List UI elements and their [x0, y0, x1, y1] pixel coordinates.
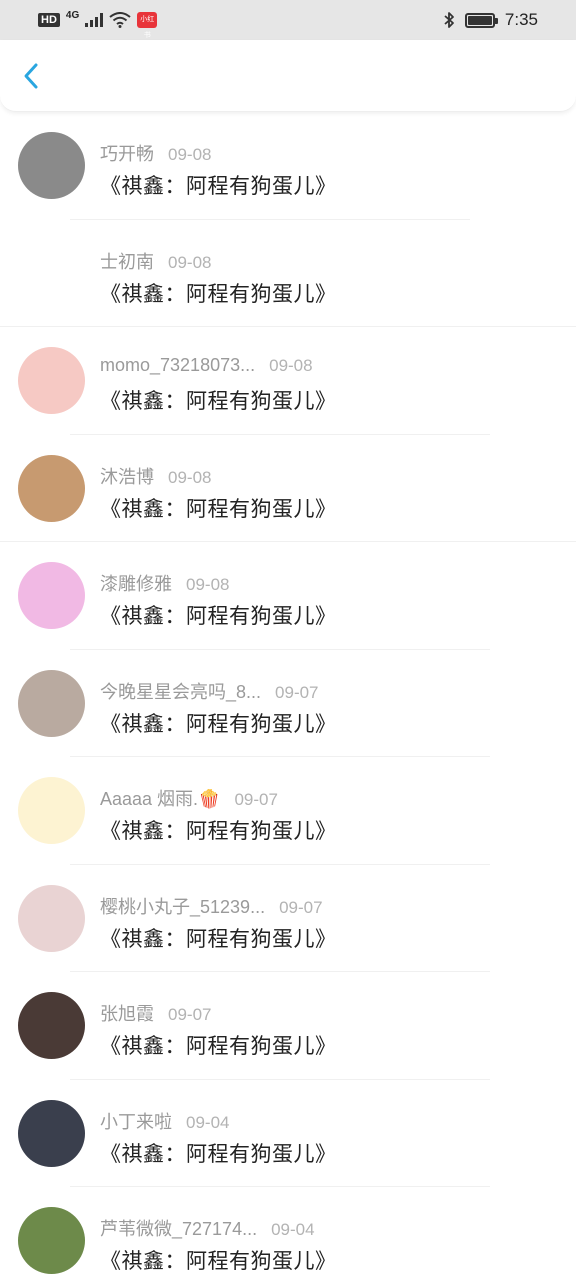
avatar[interactable] — [18, 1207, 85, 1274]
item-date: 09-08 — [186, 575, 230, 594]
item-meta: 小丁来啦 09-04 — [100, 1108, 229, 1134]
chevron-left-icon — [24, 63, 38, 89]
item-meta: 巧开畅 09-08 — [100, 140, 211, 166]
user-name[interactable]: momo_73218073... — [100, 355, 255, 376]
user-name[interactable]: 小丁来啦 — [100, 1108, 172, 1134]
item-date: 09-04 — [186, 1112, 230, 1132]
note-title[interactable]: 《祺鑫：阿程有狗蛋儿》 — [100, 493, 337, 523]
network-type: 4G — [65, 9, 80, 21]
item-meta: 芦苇微微_727174... 09-04 — [100, 1215, 315, 1241]
item-date: 09-08 — [168, 252, 212, 272]
note-title[interactable]: 《祺鑫：阿程有狗蛋儿》 — [100, 1245, 337, 1275]
notification-list: 巧开畅 09-08 《祺鑫：阿程有狗蛋儿》 士初南 09-08 《祺鑫：阿程有狗蛋儿》 mo… — [0, 112, 576, 1280]
list-item[interactable]: 张旭霞 09-07 《祺鑫：阿程有狗蛋儿》 — [0, 972, 576, 1080]
note-title[interactable]: 《祺鑫：阿程有狗蛋儿》 — [100, 815, 337, 845]
note-title[interactable]: 《祺鑫：阿程有狗蛋儿》 — [100, 1030, 337, 1060]
item-date: 09-08 — [168, 467, 212, 487]
avatar[interactable] — [18, 1099, 85, 1167]
item-date: 09-07 — [234, 790, 278, 809]
note-title[interactable]: 《祺鑫：阿程有狗蛋儿》 — [100, 600, 337, 630]
list-item[interactable]: 巧开畅 09-08 《祺鑫：阿程有狗蛋儿》 — [0, 112, 576, 220]
avatar[interactable] — [18, 454, 85, 522]
item-meta: Aaaaa 烟雨.🍿 09-07 — [100, 785, 278, 811]
note-title[interactable]: 《祺鑫：阿程有狗蛋儿》 — [100, 708, 337, 738]
bluetooth-icon — [444, 12, 454, 28]
hd-icon: HD — [38, 13, 60, 27]
list-item[interactable]: 樱桃小丸子_51239... 09-07 《祺鑫：阿程有狗蛋儿》 — [0, 865, 576, 972]
user-name[interactable]: 士初南 — [100, 248, 154, 274]
item-meta: 沐浩博 09-08 — [100, 463, 211, 489]
item-date: 09-04 — [271, 1220, 315, 1239]
avatar[interactable] — [18, 884, 85, 952]
note-title[interactable]: 《祺鑫：阿程有狗蛋儿》 — [100, 278, 337, 308]
user-name[interactable]: 樱桃小丸子_51239... — [100, 893, 265, 919]
item-meta: 樱桃小丸子_51239... 09-07 — [100, 893, 323, 919]
item-meta: momo_73218073... 09-08 — [100, 355, 313, 376]
list-item[interactable]: 沐浩博 09-08 《祺鑫：阿程有狗蛋儿》 — [0, 435, 576, 542]
avatar[interactable] — [18, 992, 85, 1059]
signal-icon — [85, 13, 104, 27]
item-meta: 今晚星星会亮吗_8... 09-07 — [100, 678, 319, 704]
clock: 7:35 — [504, 10, 538, 29]
list-item[interactable]: 士初南 09-08 《祺鑫：阿程有狗蛋儿》 — [0, 220, 576, 327]
note-title[interactable]: 《祺鑫：阿程有狗蛋儿》 — [100, 385, 337, 415]
list-item[interactable]: 漆雕修雅 09-08 《祺鑫：阿程有狗蛋儿》 — [0, 542, 576, 650]
xiaohongshu-app-icon: 小红书 — [137, 12, 158, 39]
avatar[interactable] — [18, 240, 85, 307]
list-item[interactable]: momo_73218073... 09-08 《祺鑫：阿程有狗蛋儿》 — [0, 327, 576, 435]
item-date: 09-08 — [168, 145, 212, 164]
user-name[interactable]: Aaaaa 烟雨.🍿 — [100, 785, 220, 811]
back-button[interactable] — [16, 60, 48, 92]
user-name[interactable]: 漆雕修雅 — [100, 570, 172, 596]
user-name[interactable]: 巧开畅 — [100, 140, 154, 166]
item-date: 09-07 — [275, 682, 319, 702]
note-title[interactable]: 《祺鑫：阿程有狗蛋儿》 — [100, 923, 337, 953]
battery-icon — [464, 12, 498, 28]
note-title[interactable]: 《祺鑫：阿程有狗蛋儿》 — [100, 1138, 337, 1168]
item-meta: 士初南 09-08 — [100, 248, 211, 274]
avatar[interactable] — [18, 777, 85, 844]
status-right: 7:35 — [443, 10, 538, 30]
item-date: 09-07 — [279, 897, 323, 917]
list-item[interactable]: Aaaaa 烟雨.🍿 09-07 《祺鑫：阿程有狗蛋儿》 — [0, 757, 576, 865]
list-item[interactable]: 小丁来啦 09-04 《祺鑫：阿程有狗蛋儿》 — [0, 1080, 576, 1187]
status-bar: HD 4G 小红书 7:35 — [0, 0, 576, 40]
user-name[interactable]: 今晚星星会亮吗_8... — [100, 678, 261, 704]
user-name[interactable]: 芦苇微微_727174... — [100, 1215, 257, 1241]
user-name[interactable]: 张旭霞 — [100, 1000, 154, 1026]
top-bar — [0, 40, 576, 112]
item-meta: 张旭霞 09-07 — [100, 1000, 211, 1026]
item-date: 09-07 — [168, 1005, 212, 1024]
avatar[interactable] — [18, 347, 85, 414]
list-item[interactable]: 今晚星星会亮吗_8... 09-07 《祺鑫：阿程有狗蛋儿》 — [0, 650, 576, 757]
item-meta: 漆雕修雅 09-08 — [100, 570, 229, 596]
item-date: 09-08 — [269, 356, 313, 375]
avatar[interactable] — [18, 669, 85, 737]
status-left: HD 4G 小红书 — [38, 9, 158, 39]
user-name[interactable]: 沐浩博 — [100, 463, 154, 489]
wifi-icon — [109, 12, 131, 28]
list-item[interactable]: 芦苇微微_727174... 09-04 《祺鑫：阿程有狗蛋儿》 — [0, 1187, 576, 1280]
note-title[interactable]: 《祺鑫：阿程有狗蛋儿》 — [100, 170, 337, 200]
avatar[interactable] — [18, 562, 85, 629]
avatar[interactable] — [18, 132, 85, 199]
